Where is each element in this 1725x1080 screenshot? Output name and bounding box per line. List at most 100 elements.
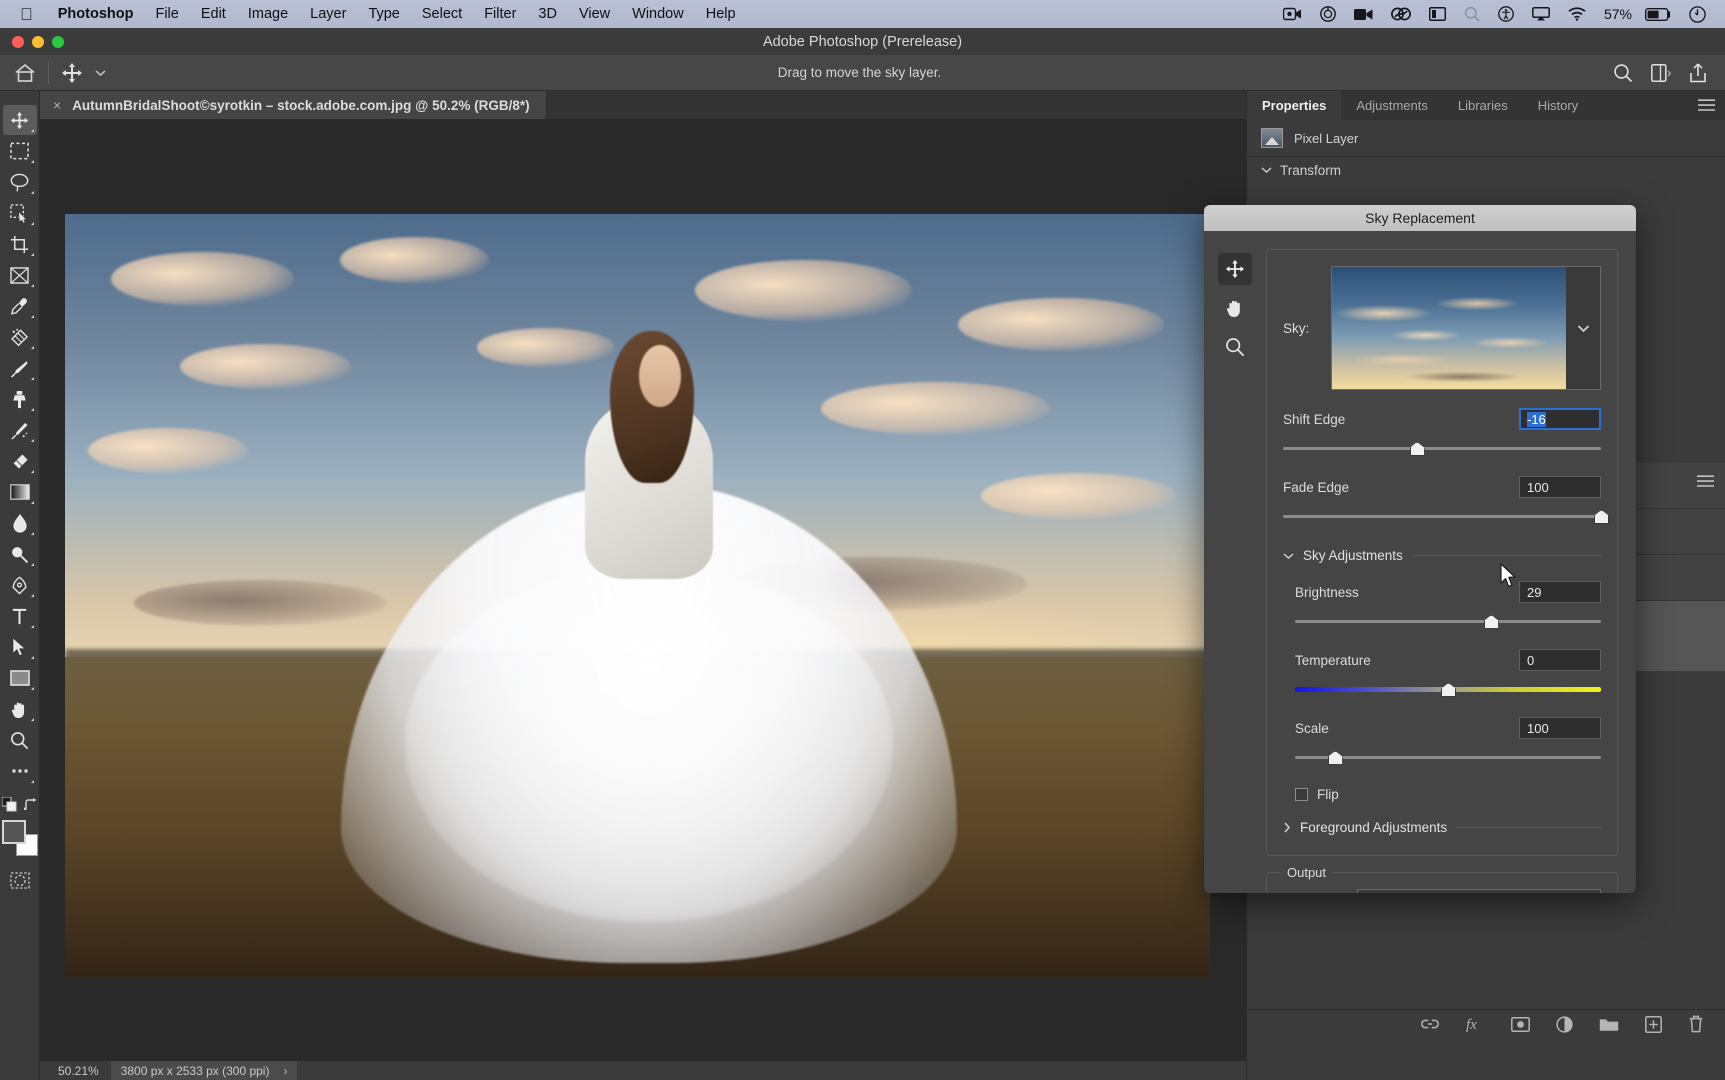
flip-checkbox-row[interactable]: Flip	[1283, 787, 1601, 802]
minimize-window-button[interactable]	[32, 36, 44, 48]
quick-mask-icon[interactable]	[3, 865, 37, 895]
crop-tool[interactable]	[3, 229, 37, 259]
document-image[interactable]	[65, 214, 1210, 977]
brightness-slider[interactable]	[1295, 613, 1601, 631]
panel-menu-icon[interactable]	[1698, 99, 1715, 117]
new-layer-icon[interactable]	[1645, 1016, 1662, 1038]
pen-tool[interactable]	[3, 570, 37, 600]
brightness-input[interactable]: 29	[1519, 581, 1601, 603]
brush-tool[interactable]	[3, 353, 37, 383]
sky-adjustments-header[interactable]: Sky Adjustments	[1283, 548, 1601, 563]
menu-help[interactable]: Help	[695, 6, 747, 22]
scale-input[interactable]: 100	[1519, 717, 1601, 739]
dialog-title-bar[interactable]: Sky Replacement	[1204, 205, 1636, 231]
menu-window[interactable]: Window	[621, 6, 695, 22]
frame-tool[interactable]	[3, 260, 37, 290]
video-icon[interactable]	[1345, 8, 1382, 21]
chevron-down-icon[interactable]	[95, 69, 106, 77]
history-brush-tool[interactable]	[3, 415, 37, 445]
group-icon[interactable]	[1599, 1017, 1619, 1037]
sky-preset-picker[interactable]	[1331, 266, 1601, 390]
airplay-icon[interactable]	[1523, 7, 1559, 21]
share-icon[interactable]	[1689, 63, 1707, 83]
zoom-level-label[interactable]: 50.21%	[40, 1064, 111, 1078]
healing-brush-tool[interactable]	[3, 322, 37, 352]
foreground-adjustments-header[interactable]: Foreground Adjustments	[1283, 820, 1601, 835]
close-window-button[interactable]	[12, 36, 24, 48]
tab-libraries[interactable]: Libraries	[1443, 91, 1523, 120]
document-dimensions[interactable]: 3800 px x 2533 px (300 ppi) ›	[111, 1061, 298, 1080]
maximize-window-button[interactable]	[52, 36, 64, 48]
gradient-tool[interactable]	[3, 477, 37, 507]
slider-knob[interactable]	[1594, 510, 1609, 524]
foreground-color-swatch[interactable]	[2, 820, 26, 844]
clone-stamp-tool[interactable]	[3, 384, 37, 414]
mask-icon[interactable]	[1511, 1017, 1530, 1037]
dodge-tool[interactable]	[3, 539, 37, 569]
tab-adjustments[interactable]: Adjustments	[1341, 91, 1443, 120]
fade-edge-input[interactable]: 100	[1519, 476, 1601, 498]
slider-knob[interactable]	[1410, 442, 1425, 456]
canvas-area[interactable]	[40, 119, 1246, 1061]
tab-history[interactable]: History	[1523, 91, 1593, 120]
quick-selection-tool[interactable]	[3, 198, 37, 228]
document-tab[interactable]: × AutumnBridalShoot©syrotkin – stock.ado…	[40, 91, 547, 119]
temperature-slider[interactable]	[1295, 681, 1601, 699]
control-center-icon[interactable]	[1311, 6, 1345, 22]
workspace-icon[interactable]	[1651, 64, 1671, 82]
wifi-icon[interactable]	[1559, 7, 1595, 21]
transform-section-header[interactable]: Transform	[1247, 157, 1725, 183]
zoom-tool[interactable]	[3, 725, 37, 755]
menu-type[interactable]: Type	[357, 6, 410, 22]
sky-preset-thumbnail[interactable]	[1332, 267, 1566, 389]
layers-menu-icon[interactable]	[1697, 475, 1714, 493]
spotlight-dim-icon[interactable]	[1455, 6, 1489, 22]
menu-file[interactable]: File	[144, 6, 189, 22]
eraser-tool[interactable]	[3, 446, 37, 476]
link-icon[interactable]	[1420, 1017, 1440, 1036]
rectangle-tool[interactable]	[3, 663, 37, 693]
move-tool-icon[interactable]	[61, 62, 83, 84]
menu-image[interactable]: Image	[237, 6, 299, 22]
close-tab-icon[interactable]: ×	[53, 97, 61, 113]
eyedropper-tool[interactable]	[3, 291, 37, 321]
move-sky-tool[interactable]	[1218, 253, 1252, 285]
shift-edge-input[interactable]: -16	[1519, 408, 1601, 430]
accessibility-icon[interactable]	[1489, 6, 1523, 22]
slider-knob[interactable]	[1328, 751, 1343, 765]
hand-tool[interactable]	[3, 694, 37, 724]
display-icon[interactable]	[1420, 7, 1455, 21]
tab-properties[interactable]: Properties	[1247, 91, 1341, 120]
scale-slider[interactable]	[1295, 749, 1601, 767]
menu-select[interactable]: Select	[411, 6, 473, 22]
menu-view[interactable]: View	[568, 6, 621, 22]
marquee-tool[interactable]	[3, 136, 37, 166]
blur-tool[interactable]	[3, 508, 37, 538]
battery-icon[interactable]	[1636, 8, 1680, 21]
path-selection-tool[interactable]	[3, 632, 37, 662]
search-icon[interactable]	[1613, 63, 1633, 83]
zoom-tool[interactable]	[1218, 331, 1252, 363]
fx-icon[interactable]: fx	[1466, 1016, 1485, 1037]
swap-colors-icon[interactable]	[23, 797, 38, 817]
more-tools-icon[interactable]	[3, 756, 37, 786]
lasso-tool[interactable]	[3, 167, 37, 197]
menu-layer[interactable]: Layer	[299, 6, 357, 22]
chevron-down-icon[interactable]	[1566, 267, 1600, 389]
menu-3d[interactable]: 3D	[527, 6, 568, 22]
delete-icon[interactable]	[1688, 1015, 1704, 1038]
temperature-input[interactable]: 0	[1519, 649, 1601, 671]
adjustment-icon[interactable]	[1556, 1016, 1573, 1038]
default-colors-icon[interactable]	[2, 797, 17, 817]
screen-record-icon[interactable]	[1274, 7, 1311, 21]
shift-edge-slider[interactable]	[1283, 440, 1601, 458]
slider-knob[interactable]	[1441, 683, 1456, 697]
move-tool[interactable]	[3, 105, 37, 135]
fade-edge-slider[interactable]	[1283, 508, 1601, 526]
siri-icon[interactable]	[1680, 6, 1715, 23]
home-icon[interactable]	[14, 63, 36, 83]
creative-cloud-icon[interactable]	[1382, 7, 1420, 21]
flip-checkbox[interactable]	[1295, 788, 1308, 801]
status-expand-icon[interactable]: ›	[283, 1064, 287, 1078]
menu-edit[interactable]: Edit	[190, 6, 237, 22]
